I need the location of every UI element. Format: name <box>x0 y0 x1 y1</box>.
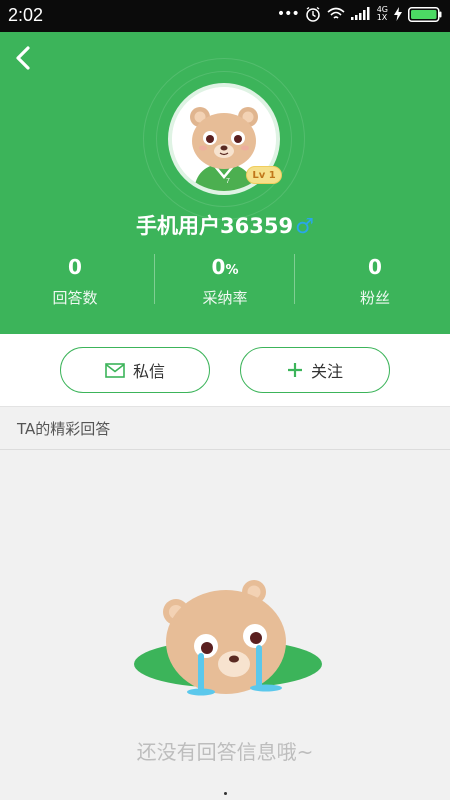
wifi-icon <box>327 7 345 19</box>
battery-icon <box>408 6 442 22</box>
username-row: 手机用户36359♂ <box>0 210 450 240</box>
status-bar: 2:02 ••• 4G 1X <box>0 0 450 32</box>
level-badge: Lv 1 <box>246 166 282 184</box>
plus-icon <box>287 363 302 377</box>
username: 手机用户36359 <box>136 214 294 238</box>
stat-answers[interactable]: 0 回答数 <box>0 254 150 314</box>
stat-answers-value: 0 <box>68 255 82 279</box>
follow-button[interactable]: 关注 <box>240 347 390 393</box>
stat-answers-label: 回答数 <box>52 289 98 307</box>
network-type: 4G 1X <box>376 5 388 22</box>
empty-state-text: 还没有回答信息哦~ <box>136 740 314 764</box>
male-gender-icon: ♂ <box>295 214 314 238</box>
action-bar: 私信 关注 <box>0 334 450 406</box>
section-title: TA的精彩回答 <box>0 406 450 450</box>
stats-row: 0 回答数 0% 采纳率 0 粉丝 <box>0 254 450 314</box>
status-icons: ••• 4G 1X <box>277 6 442 22</box>
private-message-label: 私信 <box>132 362 165 381</box>
follow-label: 关注 <box>310 362 343 381</box>
page-indicator-dot <box>224 792 227 795</box>
stat-followers-value: 0 <box>368 255 382 279</box>
stat-followers-label: 粉丝 <box>359 289 390 307</box>
stat-adoption-label: 采纳率 <box>202 289 248 307</box>
stat-adoption-value: 0% <box>211 255 239 279</box>
crying-bear-icon <box>134 580 322 696</box>
stat-adoption-rate[interactable]: 0% 采纳率 <box>150 254 300 314</box>
signal-icon <box>350 7 370 20</box>
alarm-icon <box>305 6 320 22</box>
svg-text:7: 7 <box>226 178 230 185</box>
more-dots-icon: ••• <box>276 6 300 22</box>
envelope-icon <box>105 362 125 378</box>
charging-icon <box>394 7 402 21</box>
back-chevron-left-icon[interactable] <box>10 42 38 74</box>
profile-header: 7 Lv 1 手机用户36359♂ 0 回答数 0% 采纳率 0 粉丝 <box>0 32 450 334</box>
private-message-button[interactable]: 私信 <box>60 347 210 393</box>
status-time: 2:02 <box>8 5 44 25</box>
stat-followers[interactable]: 0 粉丝 <box>300 254 450 314</box>
